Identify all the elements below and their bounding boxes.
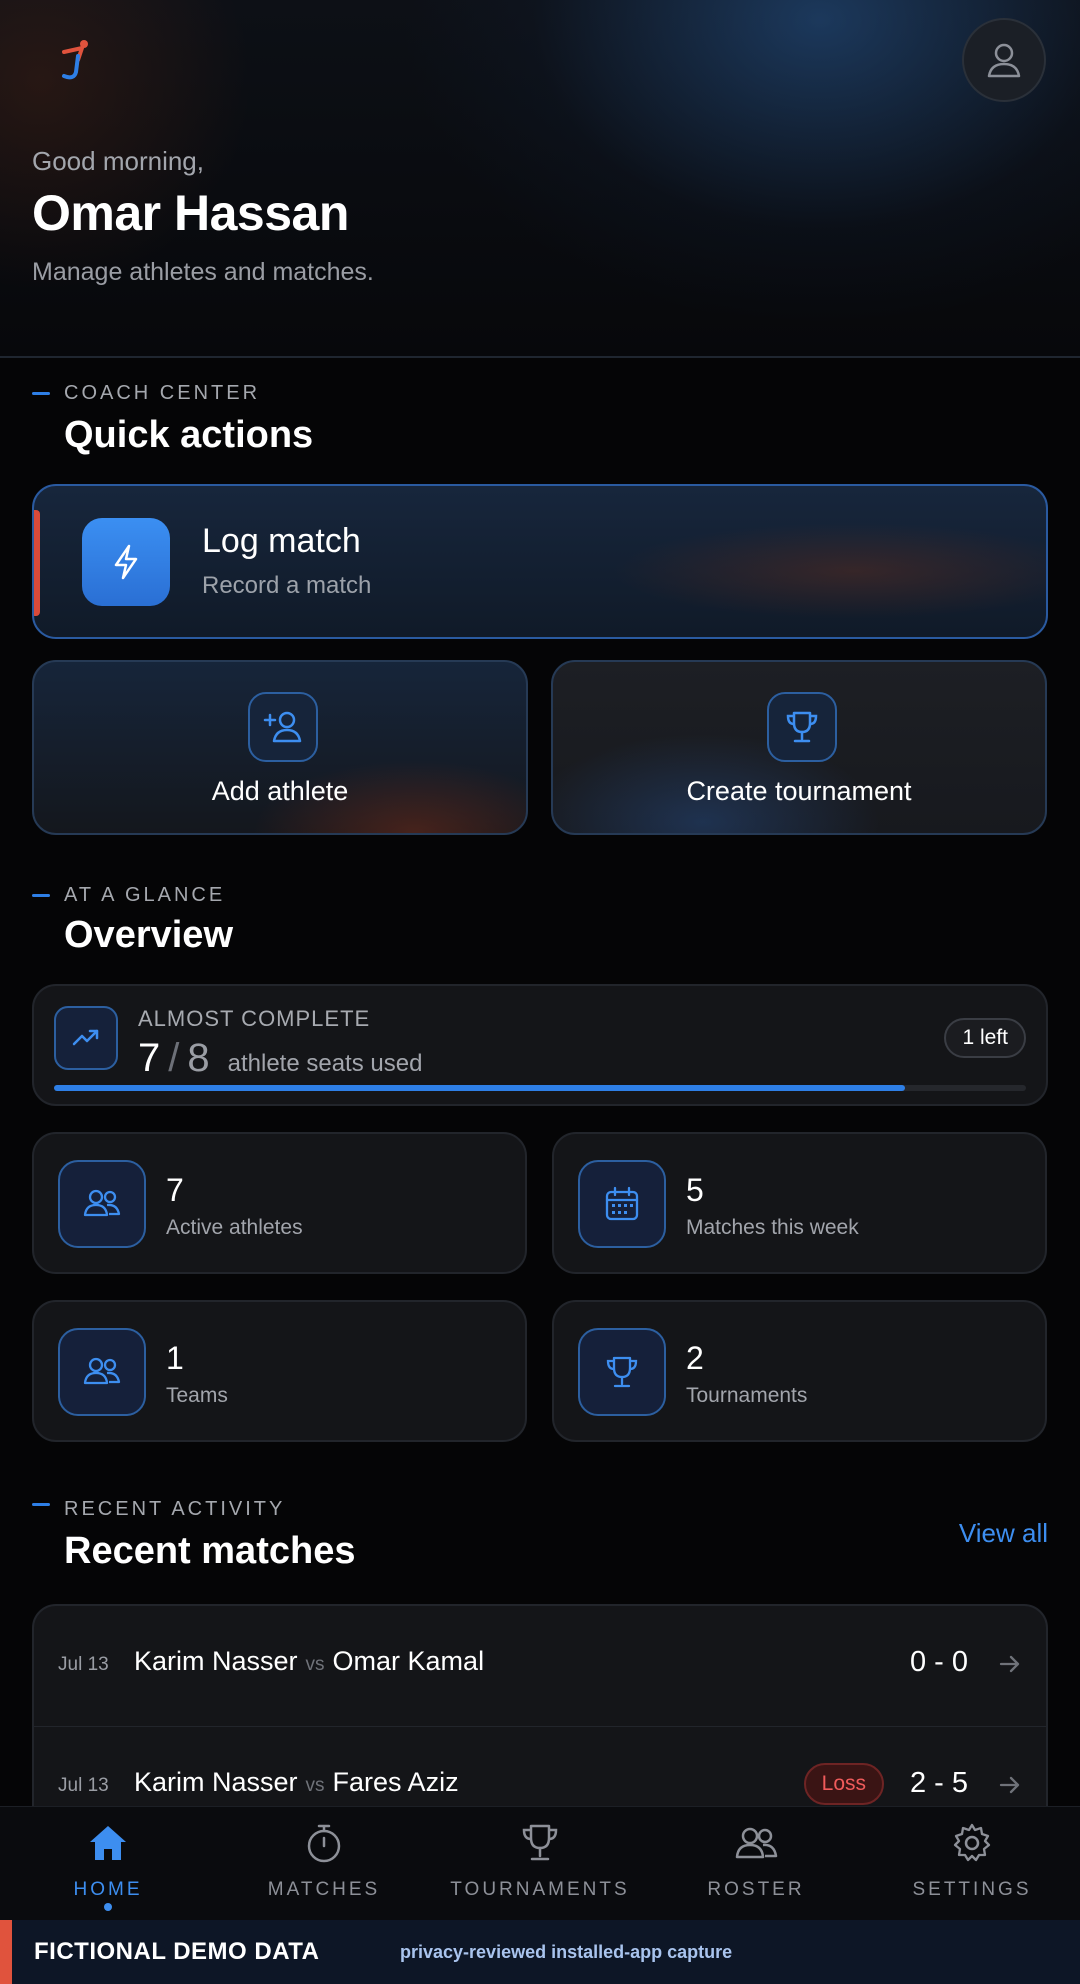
user-icon (987, 43, 1021, 78)
trophy-icon (767, 692, 837, 762)
result-badge-loss: Loss (803, 1763, 884, 1805)
arrow-right-icon (999, 1655, 1020, 1673)
view-all-link[interactable]: View all (959, 1518, 1048, 1549)
add-user-icon (248, 692, 318, 762)
header: Good morning, Omar Hassan Manage athlete… (0, 0, 1080, 358)
versus-label: vs (305, 1654, 325, 1675)
kicker-label: RECENT ACTIVITY (64, 1498, 286, 1520)
nav-tab-roster[interactable]: ROSTER (648, 1807, 864, 1921)
nav-tab-matches[interactable]: MATCHES (216, 1807, 432, 1921)
match-date: Jul 13 (58, 1654, 109, 1675)
trophy-icon (578, 1328, 666, 1416)
section-kicker-at-a-glance: AT A GLANCE (32, 884, 225, 907)
seats-status: ALMOST COMPLETE (138, 1006, 371, 1031)
section-title-quick-actions: Quick actions (64, 414, 314, 456)
match-score: 2 - 5 (909, 1767, 968, 1799)
bottom-navigation: HOME MATCHES TOURNAMENTS ROSTER SETTINGS (0, 1806, 1080, 1920)
stat-card-active-athletes[interactable]: 7 Active athletes (32, 1132, 527, 1274)
card-accent-bar (34, 510, 40, 616)
kicker-dash (32, 392, 50, 395)
active-indicator-dot (104, 1903, 112, 1911)
seats-total: 8 (187, 1036, 210, 1080)
trophy-icon (522, 1824, 558, 1861)
seats-used: 7 (138, 1036, 161, 1080)
nav-label: SETTINGS (912, 1879, 1032, 1900)
seats-count: 7 / 8 athlete seats used (138, 1036, 422, 1081)
log-match-button[interactable]: Log match Record a match (32, 484, 1048, 639)
calendar-icon (578, 1160, 666, 1248)
section-title-recent-matches: Recent matches (64, 1530, 356, 1572)
stat-value: 2 (686, 1340, 704, 1376)
seats-label: athlete seats used (227, 1050, 423, 1077)
profile-avatar-button[interactable] (962, 18, 1046, 102)
player-two: Fares Aziz (332, 1767, 459, 1797)
section-kicker-coach-center: COACH CENTER (32, 382, 260, 405)
nav-tab-home[interactable]: HOME (0, 1807, 216, 1921)
kicker-label: AT A GLANCE (64, 884, 226, 906)
kicker-label: COACH CENTER (64, 382, 261, 404)
home-icon (90, 1826, 126, 1860)
stat-value: 1 (166, 1340, 184, 1376)
section-kicker-recent-activity: RECENT ACTIVITY (32, 1498, 285, 1521)
stat-label: Active athletes (166, 1216, 303, 1239)
stat-label: Tournaments (686, 1384, 808, 1407)
banner-accent-bar (0, 1920, 12, 1984)
tagline: Manage athletes and matches. (32, 258, 374, 286)
match-date: Jul 13 (58, 1775, 109, 1796)
log-match-subtitle: Record a match (202, 572, 372, 599)
app-logo-icon (62, 40, 88, 80)
stat-label: Matches this week (686, 1216, 859, 1239)
trending-up-icon (54, 1006, 118, 1070)
stat-card-tournaments[interactable]: 2 Tournaments (552, 1300, 1047, 1442)
kicker-dash (32, 1503, 50, 1506)
nav-label: ROSTER (707, 1879, 805, 1900)
gear-icon (953, 1823, 991, 1862)
match-row[interactable]: Jul 13 Karim Nasser vs Omar Kamal 0 - 0 (34, 1606, 1046, 1726)
add-athlete-button[interactable]: Add athlete (32, 660, 528, 835)
banner-title: FICTIONAL DEMO DATA (34, 1938, 320, 1965)
stat-label: Teams (166, 1384, 228, 1407)
stat-value: 7 (166, 1172, 184, 1208)
log-match-title: Log match (202, 522, 361, 560)
arrow-right-icon (999, 1776, 1020, 1794)
seats-progress-bar (54, 1085, 1026, 1091)
users-icon (735, 1827, 778, 1859)
add-athlete-label: Add athlete (211, 776, 349, 806)
stat-card-teams[interactable]: 1 Teams (32, 1300, 527, 1442)
versus-label: vs (305, 1775, 325, 1796)
section-title-overview: Overview (64, 914, 233, 956)
nav-label: MATCHES (267, 1879, 381, 1900)
match-score: 0 - 0 (909, 1646, 968, 1678)
greeting-text: Good morning, (32, 146, 204, 176)
match-players: Karim Nasser vs Fares Aziz (134, 1767, 459, 1798)
stopwatch-icon (307, 1824, 341, 1863)
seats-progress-fill (54, 1085, 905, 1091)
player-two: Omar Kamal (332, 1646, 485, 1676)
nav-label: TOURNAMENTS (450, 1879, 630, 1900)
stat-card-matches-this-week[interactable]: 5 Matches this week (552, 1132, 1047, 1274)
player-one: Karim Nasser (134, 1767, 298, 1797)
player-one: Karim Nasser (134, 1646, 298, 1676)
seats-slash: / (168, 1036, 180, 1080)
users-icon (58, 1328, 146, 1416)
stat-value: 5 (686, 1172, 704, 1208)
users-icon (58, 1160, 146, 1248)
kicker-dash (32, 894, 50, 897)
banner-note: privacy-reviewed installed-app capture (400, 1942, 733, 1962)
create-tournament-button[interactable]: Create tournament (551, 660, 1047, 835)
create-tournament-label: Create tournament (686, 776, 912, 806)
seats-remaining-badge: 1 left (944, 1018, 1026, 1058)
nav-tab-settings[interactable]: SETTINGS (864, 1807, 1080, 1921)
match-players: Karim Nasser vs Omar Kamal (134, 1646, 484, 1677)
athlete-seats-card: ALMOST COMPLETE 7 / 8 athlete seats used… (32, 984, 1048, 1106)
demo-data-banner: FICTIONAL DEMO DATA privacy-reviewed ins… (0, 1920, 1080, 1984)
nav-tab-tournaments[interactable]: TOURNAMENTS (432, 1807, 648, 1921)
user-name: Omar Hassan (32, 185, 349, 241)
lightning-icon (82, 518, 170, 606)
nav-label: HOME (73, 1879, 143, 1900)
